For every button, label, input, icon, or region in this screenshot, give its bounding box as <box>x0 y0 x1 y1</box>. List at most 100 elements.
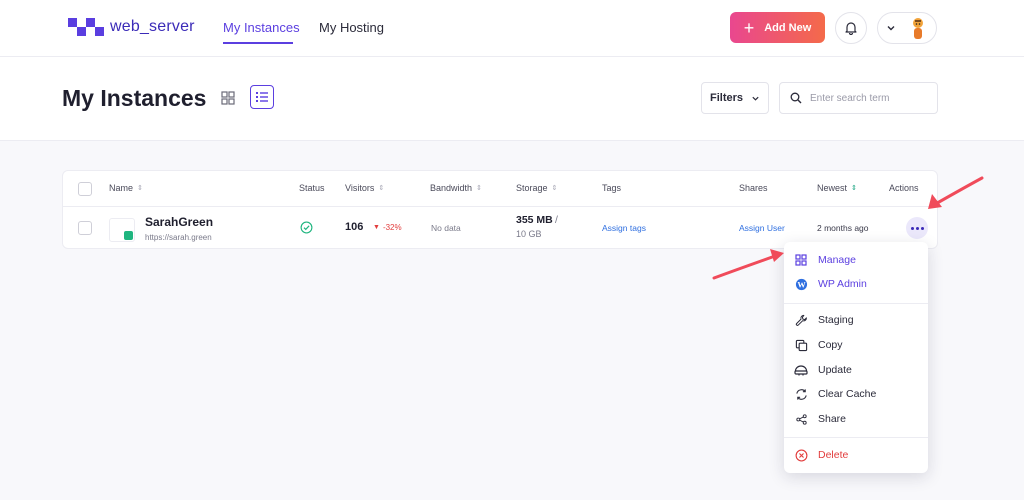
bell-icon <box>845 22 857 35</box>
tab-my-instances[interactable]: My Instances <box>223 20 300 35</box>
select-all-checkbox[interactable] <box>78 182 92 196</box>
column-header-status: Status <box>299 183 325 193</box>
menu-item-label: Clear Cache <box>818 388 877 400</box>
chevron-down-icon <box>752 96 759 101</box>
ssl-lock-icon <box>124 231 133 240</box>
column-bandwidth-label: Bandwidth <box>430 183 473 193</box>
created-date: 2 months ago <box>817 223 869 233</box>
grid-view-icon[interactable] <box>220 90 236 106</box>
menu-item-label: Delete <box>818 449 849 461</box>
sort-icon: ⇕ <box>137 185 143 192</box>
assign-tags-link[interactable]: Assign tags <box>602 223 646 233</box>
dot <box>910 226 914 230</box>
storage-used: 355 MB <box>516 214 553 226</box>
brand-name: web_server <box>110 18 195 35</box>
column-header-newest[interactable]: Newest ⇕ <box>817 183 857 193</box>
column-header-name[interactable]: Name ⇕ <box>109 183 143 193</box>
top-nav: web_server My Instances My Hosting + Add… <box>0 0 1024 57</box>
page-title: My Instances <box>62 85 207 111</box>
visitors-trend: ▼ -32% <box>373 223 402 232</box>
grid-icon <box>794 253 808 267</box>
menu-item-label: Share <box>818 413 847 425</box>
menu-item-label: WP Admin <box>818 278 867 290</box>
storage-total: 10 GB <box>516 229 542 239</box>
notifications-button[interactable] <box>835 12 867 44</box>
logo-mark-icon <box>68 18 104 36</box>
svg-text:W: W <box>797 280 806 289</box>
tab-my-hosting[interactable]: My Hosting <box>319 20 384 35</box>
share-icon <box>794 412 808 426</box>
trend-down-icon: ▼ <box>373 224 380 231</box>
menu-item-staging[interactable]: Staging <box>794 311 854 329</box>
annotation-arrow-icon <box>928 176 984 209</box>
chevron-down-icon <box>887 26 895 31</box>
column-visitors-label: Visitors <box>345 183 375 193</box>
update-icon <box>794 363 808 377</box>
instances-table: Name ⇕ Status Visitors ⇕ Bandwidth ⇕ Sto… <box>62 170 939 249</box>
menu-item-label: Staging <box>818 314 854 326</box>
search-box <box>779 82 938 114</box>
add-new-button[interactable]: + Add New <box>730 12 825 43</box>
wordpress-icon: W <box>794 277 808 291</box>
active-tab-indicator <box>223 42 293 44</box>
sort-icon: ⇕ <box>476 185 482 192</box>
column-header-shares: Shares <box>739 183 768 193</box>
column-name-label: Name <box>109 183 134 193</box>
brand-logo[interactable]: web_server <box>68 18 195 36</box>
row-actions-button[interactable] <box>906 217 928 239</box>
menu-item-update[interactable]: Update <box>794 361 852 379</box>
menu-divider <box>784 303 928 304</box>
delete-icon <box>794 448 808 462</box>
dot <box>915 226 919 230</box>
column-actions-label: Actions <box>889 183 919 193</box>
avatar <box>913 18 923 39</box>
actions-menu: Manage W WP Admin Staging Copy Update Cl… <box>784 242 928 473</box>
menu-divider <box>784 437 928 438</box>
storage-separator: / <box>555 214 558 226</box>
site-name[interactable]: SarahGreen <box>145 215 213 229</box>
annotation-arrow-icon <box>712 249 784 280</box>
list-view-icon <box>256 92 268 102</box>
list-view-button[interactable] <box>250 85 274 109</box>
visitors-count: 106 <box>345 221 364 233</box>
column-tags-label: Tags <box>602 183 622 193</box>
copy-icon <box>794 338 808 352</box>
menu-item-clear-cache[interactable]: Clear Cache <box>794 385 876 403</box>
menu-item-wp-admin[interactable]: W WP Admin <box>794 275 867 293</box>
column-header-bandwidth[interactable]: Bandwidth ⇕ <box>430 183 482 193</box>
dot <box>920 226 924 230</box>
site-url[interactable]: https://sarah.green <box>145 233 212 242</box>
menu-item-label: Update <box>818 364 852 376</box>
user-menu-button[interactable] <box>877 12 937 44</box>
table-header-row: Name ⇕ Status Visitors ⇕ Bandwidth ⇕ Sto… <box>63 171 939 207</box>
column-shares-label: Shares <box>739 183 768 193</box>
column-header-actions: Actions <box>889 183 919 193</box>
menu-item-label: Manage <box>818 254 856 266</box>
filters-button[interactable]: Filters <box>701 82 769 114</box>
column-newest-label: Newest <box>817 183 848 193</box>
search-input[interactable] <box>810 92 930 104</box>
status-ok-icon <box>300 221 313 234</box>
sort-icon: ⇕ <box>851 185 857 192</box>
bandwidth-value: No data <box>431 223 461 233</box>
visitors-change: -32% <box>382 223 402 232</box>
column-storage-label: Storage <box>516 183 548 193</box>
menu-item-share[interactable]: Share <box>794 410 846 428</box>
filters-label: Filters <box>709 92 743 104</box>
add-new-label: Add New <box>764 21 812 34</box>
menu-item-delete[interactable]: Delete <box>794 446 848 464</box>
sort-icon: ⇕ <box>551 185 558 192</box>
menu-item-manage[interactable]: Manage <box>794 251 856 269</box>
sort-icon: ⇕ <box>378 185 385 192</box>
wrench-icon <box>794 313 808 327</box>
column-header-tags: Tags <box>602 183 621 193</box>
menu-item-copy[interactable]: Copy <box>794 336 843 354</box>
row-checkbox[interactable] <box>78 221 92 235</box>
column-header-visitors[interactable]: Visitors ⇕ <box>345 183 384 193</box>
column-header-storage[interactable]: Storage ⇕ <box>516 183 557 193</box>
menu-item-label: Copy <box>818 339 843 351</box>
plus-icon: + <box>743 17 755 38</box>
assign-user-link[interactable]: Assign User <box>739 223 785 233</box>
page-header: My Instances Filters <box>0 57 1024 141</box>
search-icon <box>790 92 802 104</box>
